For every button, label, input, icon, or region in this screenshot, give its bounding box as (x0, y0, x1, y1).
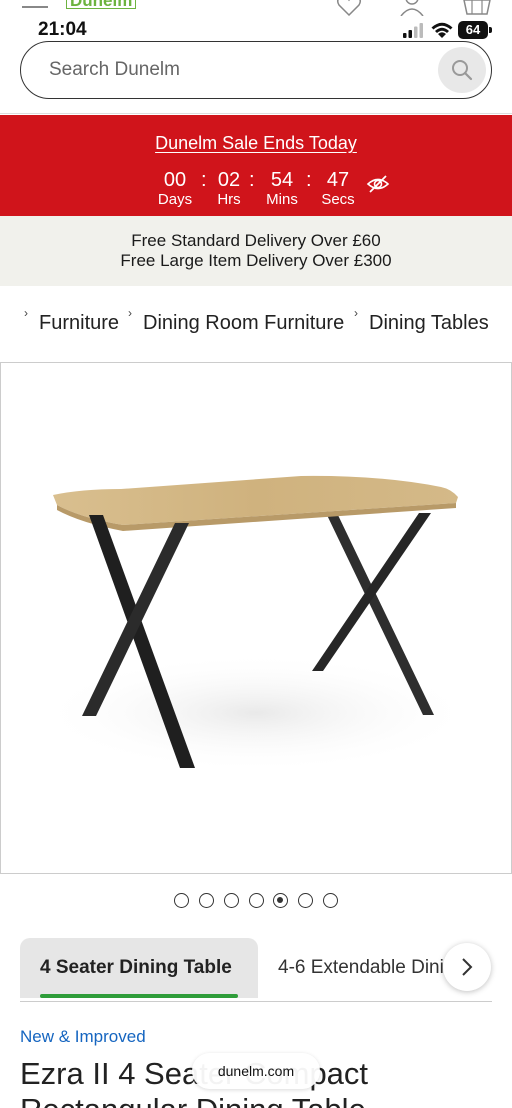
countdown-seconds: 47 Secs (321, 169, 355, 208)
browser-url-bar[interactable]: dunelm.com (192, 1053, 320, 1089)
search-button[interactable] (438, 47, 486, 93)
dining-table-image (36, 475, 476, 773)
variant-tabs: 4 Seater Dining Table 4-6 Extendable Din… (0, 938, 512, 1002)
search-icon (452, 60, 473, 81)
tabs-next-button[interactable] (443, 943, 491, 991)
tabs-divider (20, 1001, 492, 1002)
countdown-days: 00 Days (157, 169, 193, 208)
heart-icon[interactable] (336, 0, 362, 16)
gallery-dot[interactable] (323, 893, 338, 908)
chevron-right-icon: › (128, 306, 132, 320)
gallery-pagination (0, 893, 512, 909)
delivery-standard: Free Standard Delivery Over £60 (131, 231, 381, 250)
breadcrumb-item-dining-tables[interactable]: Dining Tables (369, 312, 489, 335)
breadcrumb: › Furniture › Dining Room Furniture › Di… (0, 300, 512, 340)
breadcrumb-item-dining-room-furniture[interactable]: Dining Room Furniture (143, 312, 344, 335)
gallery-dot[interactable] (224, 893, 239, 908)
countdown-hours: 02 Hrs (217, 169, 241, 208)
wifi-icon (431, 22, 453, 38)
sale-banner[interactable]: Dunelm Sale Ends Today 00 Days : 02 Hrs … (0, 115, 512, 216)
gallery-dot[interactable] (249, 893, 264, 908)
search-input[interactable] (49, 59, 409, 81)
status-bar: Dunelm 21:04 64 (0, 0, 512, 44)
dunelm-logo[interactable]: Dunelm (66, 0, 137, 9)
tab-label: 4 Seater Dining Table (40, 957, 232, 978)
countdown-timer: 00 Days : 02 Hrs : 54 Mins : 47 Secs (0, 169, 512, 209)
delivery-large-item: Free Large Item Delivery Over £300 (120, 251, 392, 270)
breadcrumb-item-furniture[interactable]: Furniture (39, 312, 119, 335)
countdown-separator: : (249, 169, 255, 191)
signal-icon (403, 23, 423, 38)
chevron-right-icon: › (24, 306, 28, 320)
product-image[interactable] (0, 362, 512, 874)
eye-off-icon[interactable] (366, 174, 390, 194)
battery-icon: 64 (458, 21, 492, 39)
user-icon[interactable] (398, 0, 426, 16)
tab-4-seater[interactable]: 4 Seater Dining Table (20, 938, 258, 998)
tab-active-indicator (40, 994, 238, 998)
gallery-dot[interactable] (298, 893, 313, 908)
countdown-separator: : (201, 169, 207, 191)
gallery-dot[interactable] (174, 893, 189, 908)
new-improved-badge: New & Improved (20, 1027, 146, 1046)
status-time: 21:04 (38, 19, 87, 40)
chevron-right-icon (462, 958, 473, 976)
menu-icon[interactable] (22, 0, 48, 8)
gallery-dot-active[interactable] (273, 893, 288, 908)
basket-icon[interactable] (462, 0, 492, 16)
tab-extendable[interactable]: 4-6 Extendable Dining Table (278, 957, 446, 979)
gallery-dot[interactable] (199, 893, 214, 908)
sale-title-link[interactable]: Dunelm Sale Ends Today (155, 133, 357, 153)
countdown-separator: : (306, 169, 312, 191)
delivery-banner[interactable]: Free Standard Delivery Over £60 Free Lar… (0, 216, 512, 286)
battery-level: 64 (458, 21, 488, 39)
search-bar[interactable] (20, 41, 492, 99)
chevron-right-icon: › (354, 306, 358, 320)
countdown-minutes: 54 Mins (266, 169, 298, 208)
header-divider (0, 113, 512, 114)
